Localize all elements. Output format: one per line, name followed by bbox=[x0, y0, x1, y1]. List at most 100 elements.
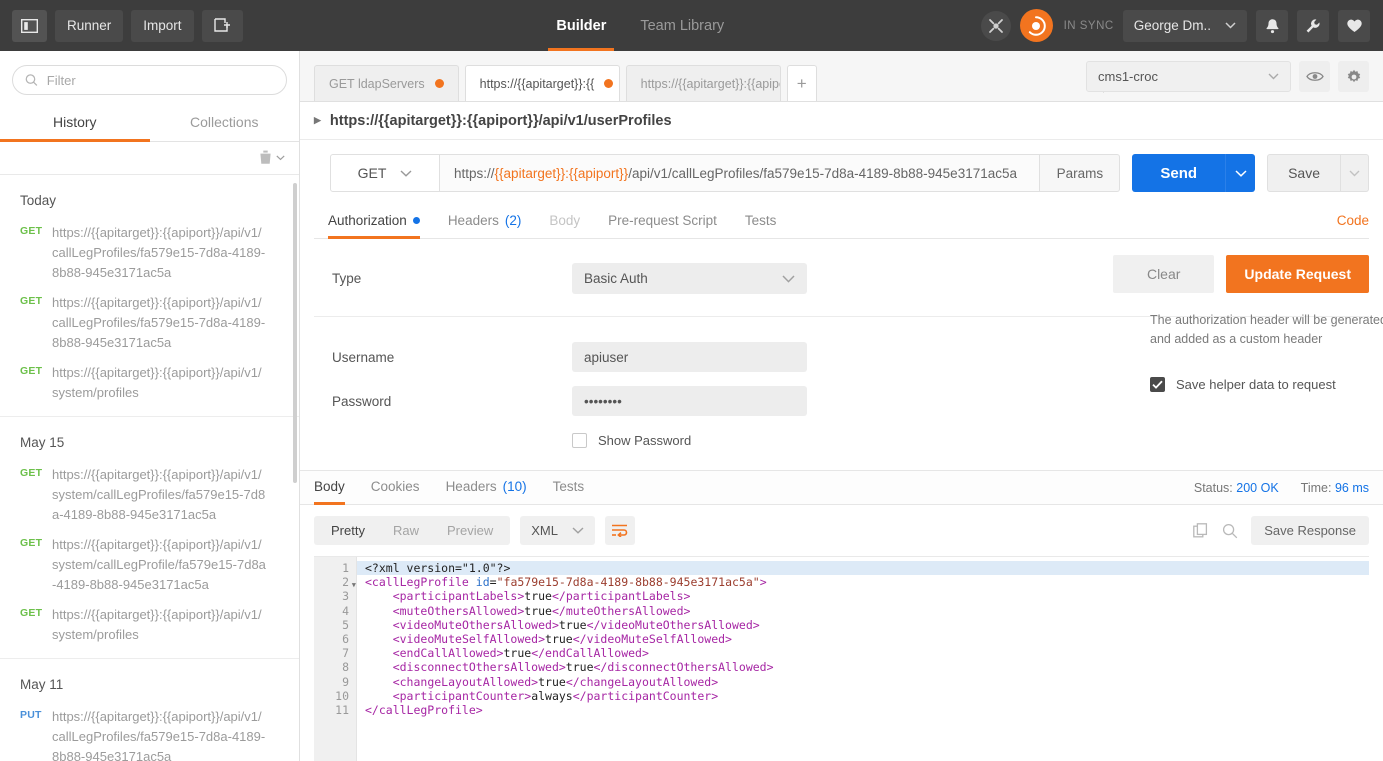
chevron-down-icon[interactable] bbox=[276, 154, 285, 161]
import-button[interactable]: Import bbox=[131, 9, 194, 42]
user-menu-button[interactable]: George Dm.. bbox=[1122, 9, 1247, 42]
sync-status-button[interactable] bbox=[1019, 9, 1053, 42]
list-item[interactable]: GET https://{{apitarget}}:{{apiport}}/ap… bbox=[0, 460, 299, 530]
username-input[interactable] bbox=[572, 342, 807, 372]
code-link[interactable]: Code bbox=[1337, 205, 1369, 238]
code-content[interactable]: <?xml version="1.0"?> <callLegProfile id=… bbox=[357, 557, 1369, 761]
view-mode-pretty[interactable]: Pretty bbox=[317, 516, 379, 545]
new-window-icon bbox=[213, 18, 230, 32]
history-url: https://{{apitarget}}:{{apiport}}/api/v1… bbox=[52, 365, 262, 400]
trash-icon[interactable] bbox=[259, 150, 272, 165]
sidebar: History Collections Today GET https://{{… bbox=[0, 51, 300, 761]
line-number: 6 bbox=[342, 631, 349, 646]
code-line: <callLegProfile id="fa579e15-7d8a-4189-8… bbox=[365, 575, 767, 590]
environment-quick-look-button[interactable] bbox=[1299, 61, 1330, 92]
view-mode-preview[interactable]: Preview bbox=[433, 516, 507, 545]
chevron-down-icon bbox=[1235, 169, 1247, 177]
word-wrap-toggle[interactable] bbox=[604, 516, 635, 545]
response-tab-cookies[interactable]: Cookies bbox=[371, 471, 420, 504]
history-method: GET bbox=[20, 295, 43, 307]
broadcast-button[interactable] bbox=[980, 10, 1011, 41]
runner-button[interactable]: Runner bbox=[55, 9, 124, 42]
chevron-down-icon bbox=[1349, 170, 1360, 176]
bell-icon bbox=[1265, 18, 1279, 33]
sidebar-tab-collections[interactable]: Collections bbox=[150, 105, 300, 141]
list-item[interactable]: GET https://{{apitarget}}:{{apiport}}/ap… bbox=[0, 218, 299, 288]
sidebar-scrollbar[interactable] bbox=[293, 183, 297, 483]
settings-wrench-button[interactable] bbox=[1297, 9, 1329, 42]
history-method: GET bbox=[20, 225, 43, 237]
url-input[interactable]: https://{{apitarget}}: {{apiport}}/api/v1… bbox=[440, 154, 1041, 192]
add-request-tab-button[interactable]: + bbox=[786, 65, 817, 101]
show-password-label: Show Password bbox=[598, 433, 692, 448]
clear-button[interactable]: Clear bbox=[1112, 255, 1215, 293]
search-icon[interactable] bbox=[1222, 523, 1238, 539]
top-bar-right-group: IN SYNC George Dm.. bbox=[980, 9, 1383, 42]
sidebar-tab-history[interactable]: History bbox=[0, 105, 150, 142]
triangle-right-icon[interactable]: ▶ bbox=[314, 115, 321, 126]
time-value: 96 ms bbox=[1334, 480, 1369, 495]
notifications-button[interactable] bbox=[1256, 9, 1288, 42]
tab-body[interactable]: Body bbox=[549, 205, 580, 238]
request-tab-2[interactable]: https://{{apitarget}}:{{apipo bbox=[625, 65, 781, 101]
response-tab-headers[interactable]: Headers (10) bbox=[446, 471, 527, 504]
list-item[interactable]: GET https://{{apitarget}}:{{apiport}}/ap… bbox=[0, 600, 299, 650]
tab-builder[interactable]: Builder bbox=[548, 0, 615, 51]
panel-layout-icon bbox=[21, 18, 38, 33]
response-tab-headers-count: (10) bbox=[502, 479, 527, 494]
content-area: GET ldapServers https://{{apitarget}}:{{… bbox=[300, 51, 1383, 761]
tab-pre-request-script[interactable]: Pre-request Script bbox=[608, 205, 717, 238]
history-group: Today GET https://{{apitarget}}:{{apipor… bbox=[0, 175, 299, 417]
history-url: https://{{apitarget}}:{{apiport}}/api/v1… bbox=[52, 709, 266, 761]
tab-team-library[interactable]: Team Library bbox=[640, 0, 724, 51]
tab-headers[interactable]: Headers (2) bbox=[448, 205, 522, 238]
update-request-button[interactable]: Update Request bbox=[1226, 255, 1369, 293]
list-item[interactable]: GET https://{{apitarget}}:{{apiport}}/ap… bbox=[0, 530, 299, 600]
list-item[interactable]: PUT https://{{apitarget}}:{{apiport}}/ap… bbox=[0, 702, 299, 761]
line-number: 3 bbox=[342, 589, 349, 604]
response-tab-body[interactable]: Body bbox=[314, 471, 345, 505]
tab-tests[interactable]: Tests bbox=[745, 205, 777, 238]
code-line: <participantLabels>true</participantLabe… bbox=[392, 589, 691, 604]
http-method-select[interactable]: GET bbox=[330, 154, 440, 192]
send-options-button[interactable] bbox=[1225, 154, 1256, 192]
history-toolbar bbox=[0, 142, 299, 175]
show-password-checkbox[interactable] bbox=[572, 433, 587, 448]
password-input[interactable] bbox=[572, 386, 807, 416]
tab-authorization[interactable]: Authorization bbox=[328, 205, 420, 239]
breadcrumb[interactable]: ▶ https://{{apitarget}}:{{apiport}}/api/… bbox=[300, 102, 1383, 140]
sidebar-toggle-button[interactable] bbox=[12, 9, 47, 42]
save-response-button[interactable]: Save Response bbox=[1251, 516, 1369, 545]
save-button[interactable]: Save bbox=[1267, 154, 1341, 192]
save-helper-checkbox[interactable] bbox=[1150, 377, 1165, 392]
response-body-viewer[interactable]: 1 ▼ 2 3 4 5 6 7 8 9 10 11 <?xml version="1.0"?> <cal… bbox=[314, 556, 1369, 761]
params-button[interactable]: Params bbox=[1040, 154, 1121, 192]
response-format-select[interactable]: XML bbox=[520, 516, 595, 545]
request-tab-1[interactable]: https://{{apitarget}}:{{ bbox=[464, 65, 620, 101]
copy-icon[interactable] bbox=[1193, 522, 1209, 539]
environment-select[interactable]: cms1-croc bbox=[1086, 61, 1291, 92]
filter-box[interactable] bbox=[12, 65, 287, 95]
send-button-group: Send bbox=[1132, 154, 1256, 192]
favorites-button[interactable] bbox=[1338, 9, 1370, 42]
save-options-button[interactable] bbox=[1341, 154, 1369, 192]
top-bar-left-group: Runner Import bbox=[0, 9, 300, 42]
auth-type-select[interactable]: Basic Auth bbox=[572, 263, 807, 294]
request-tab-0[interactable]: GET ldapServers bbox=[314, 65, 459, 101]
sync-orbit-icon bbox=[1028, 15, 1046, 36]
response-tab-tests[interactable]: Tests bbox=[553, 471, 585, 504]
list-item[interactable]: GET https://{{apitarget}}:{{apiport}}/ap… bbox=[0, 288, 299, 358]
send-button[interactable]: Send bbox=[1132, 154, 1226, 192]
new-tab-button[interactable] bbox=[201, 9, 243, 42]
line-number: ▼ 2 bbox=[314, 575, 356, 589]
history-url: https://{{apitarget}}:{{apiport}}/api/v1… bbox=[52, 467, 266, 522]
history-scroll-area[interactable]: Today GET https://{{apitarget}}:{{apipor… bbox=[0, 175, 299, 761]
history-method: GET bbox=[20, 537, 43, 549]
list-item[interactable]: GET https://{{apitarget}}:{{apiport}}/ap… bbox=[0, 358, 299, 408]
chevron-down-icon bbox=[400, 169, 412, 177]
code-line: <muteOthersAllowed>true</muteOthersAllow… bbox=[392, 603, 691, 618]
eye-icon bbox=[1305, 72, 1324, 81]
environment-settings-button[interactable] bbox=[1338, 61, 1369, 92]
filter-input[interactable] bbox=[46, 72, 274, 88]
view-mode-raw[interactable]: Raw bbox=[379, 516, 433, 545]
